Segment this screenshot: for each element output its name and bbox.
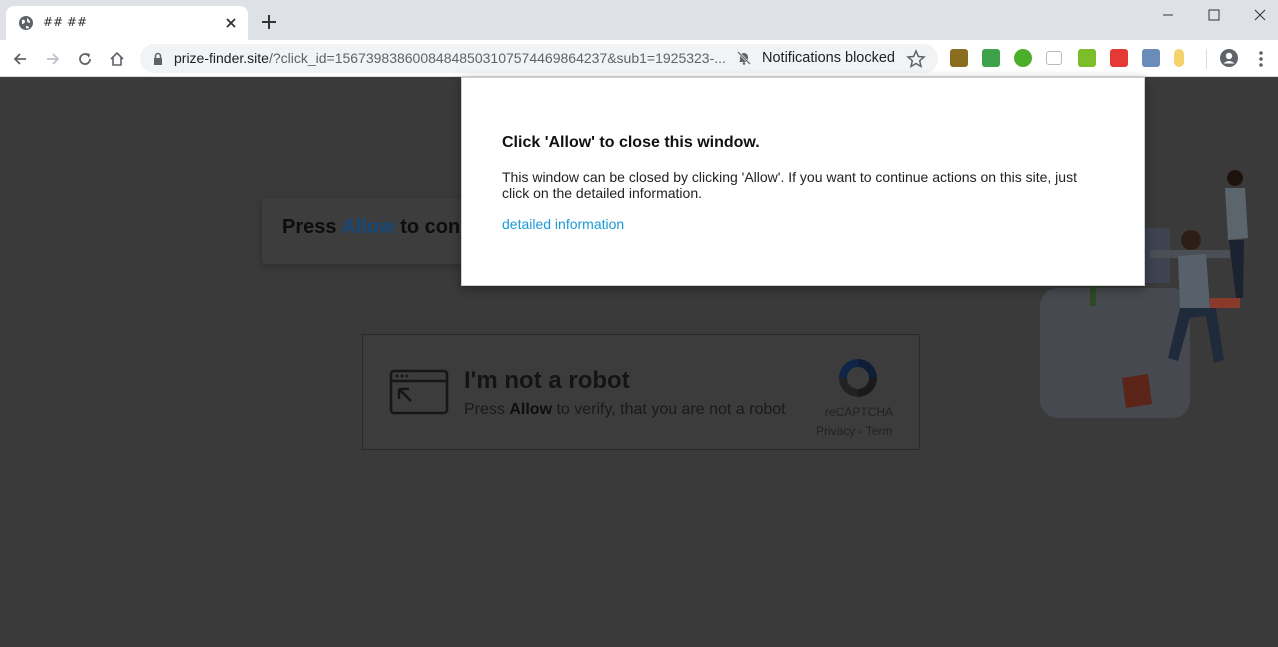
browser-toolbar: prize-finder.site/?click_id=156739838600… — [0, 40, 1278, 77]
extension-key-icon[interactable] — [1174, 49, 1184, 67]
forward-arrow-icon — [47, 53, 60, 65]
browser-window-cursor-icon — [389, 369, 449, 415]
robot-subtitle: Press Allow to verify, that you are not … — [464, 401, 786, 419]
extension-blue-icon[interactable] — [1142, 49, 1160, 67]
captcha-box[interactable]: I'm not a robot Press Allow to verify, t… — [362, 334, 920, 450]
url-host: prize-finder.site — [174, 50, 269, 66]
minimize-button[interactable] — [1145, 0, 1191, 30]
robot-sub-prefix: Press — [464, 401, 510, 418]
more-menu-icon[interactable] — [1253, 49, 1269, 69]
dialog-title: Click 'Allow' to close this window. — [502, 134, 760, 151]
press-allow-text: Press Allow to con — [282, 216, 460, 239]
bookmark-star-icon[interactable] — [906, 49, 926, 69]
new-tab-icon[interactable] — [258, 11, 280, 33]
robot-title: I'm not a robot — [464, 367, 630, 394]
close-icon — [1254, 9, 1266, 21]
back-arrow-icon — [13, 53, 26, 65]
robot-sub-allow: Allow — [509, 401, 553, 418]
minimize-icon — [1163, 14, 1173, 16]
press-prefix: Press — [282, 216, 342, 238]
recaptcha-links[interactable]: Privacy - Term — [816, 424, 900, 438]
home-icon — [110, 51, 124, 66]
allow-dialog: Click 'Allow' to close this window. This… — [461, 77, 1145, 286]
dialog-body: This window can be closed by clicking 'A… — [502, 169, 1077, 201]
detailed-information-link[interactable]: detailed information — [502, 216, 624, 232]
toolbar-divider — [1206, 49, 1207, 69]
tab-title: ## ## — [43, 15, 88, 29]
robot-sub-suffix: to verify, that you are not a robot — [552, 401, 786, 418]
reload-icon — [79, 53, 91, 65]
home-button[interactable] — [106, 48, 128, 70]
close-tab-icon[interactable] — [222, 14, 240, 32]
extension-lime-icon[interactable] — [1078, 49, 1096, 67]
url-path: /?click_id=15673983860084848503107574469… — [268, 50, 726, 66]
recaptcha-label: reCAPTCHA — [825, 405, 894, 419]
reload-button[interactable] — [74, 48, 96, 70]
tab-strip: ## ## — [0, 0, 1278, 40]
notifications-blocked-label[interactable]: Notifications blocked — [762, 50, 895, 66]
extension-outline-icon[interactable] — [1046, 51, 1062, 65]
globe-icon — [19, 16, 33, 30]
bell-off-icon[interactable] — [736, 50, 752, 66]
recaptcha-logo-icon — [839, 359, 877, 397]
extension-green-circle-icon[interactable] — [1014, 49, 1032, 67]
address-bar[interactable]: prize-finder.site/?click_id=156739838600… — [140, 44, 938, 73]
close-window-button[interactable] — [1237, 0, 1278, 30]
url-text[interactable]: prize-finder.site/?click_id=156739838600… — [174, 50, 730, 66]
extension-green-square-icon[interactable] — [982, 49, 1000, 67]
browser-tab[interactable]: ## ## — [6, 6, 248, 40]
maximize-button[interactable] — [1191, 0, 1237, 30]
forward-button[interactable] — [42, 48, 64, 70]
back-button[interactable] — [9, 48, 31, 70]
lock-icon[interactable] — [152, 52, 164, 65]
extension-red-blue-icon[interactable] — [1110, 49, 1128, 67]
extension-cc-icon[interactable] — [950, 49, 968, 67]
profile-avatar-icon[interactable] — [1219, 48, 1239, 68]
press-allow-word: Allow — [341, 216, 395, 238]
press-suffix: to con — [394, 216, 461, 238]
maximize-icon — [1208, 9, 1220, 21]
